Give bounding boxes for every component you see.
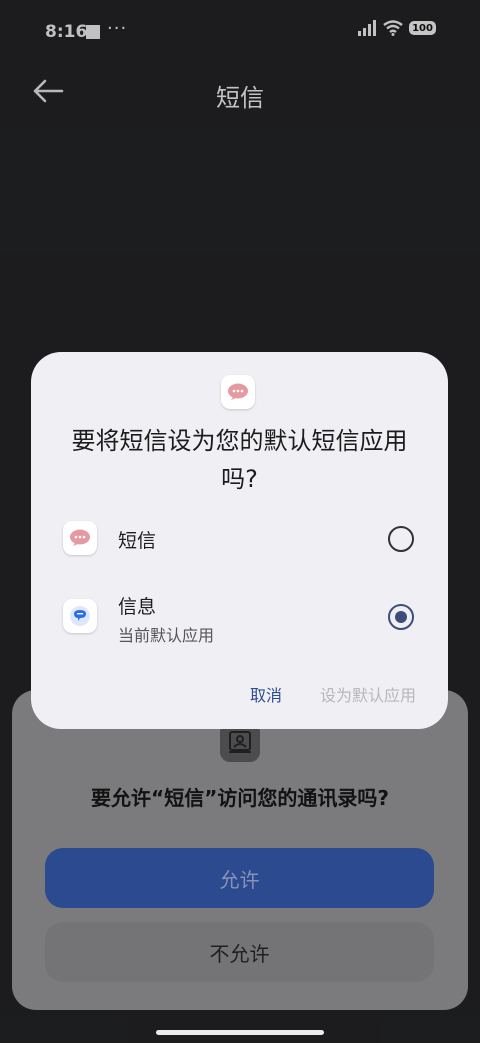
messages-icon <box>63 599 97 633</box>
nav-handle[interactable] <box>156 1030 324 1035</box>
deny-label: 不允许 <box>209 941 270 966</box>
cancel-button[interactable]: 取消 <box>250 682 282 706</box>
sms-bubble-icon <box>63 521 97 555</box>
radio-dot <box>395 611 407 623</box>
sms-option-glyph-icon <box>70 529 90 546</box>
allow-button[interactable]: 允许 <box>45 848 434 908</box>
contacts-glyph-icon <box>229 731 251 753</box>
sms-bubble-icon <box>221 375 255 409</box>
option-label: 信息 <box>118 596 157 618</box>
set-default-button[interactable]: 设为默认应用 <box>320 682 416 706</box>
radio-button[interactable] <box>388 526 414 552</box>
radio-button-selected[interactable] <box>388 604 414 630</box>
option-subtitle: 当前默认应用 <box>118 626 215 645</box>
deny-button[interactable]: 不允许 <box>45 922 434 982</box>
default-sms-dialog: 要将短信设为您的默认短信应用吗? 短信 信息 当前默认应用 取消 设为默认应用 <box>31 352 448 729</box>
permission-sheet: 要允许“短信”访问您的通讯录吗? 允许 不允许 <box>12 690 468 1010</box>
permission-title: 要允许“短信”访问您的通讯录吗? <box>91 786 389 810</box>
option-label: 短信 <box>118 530 157 552</box>
sms-bubble-glyph-icon <box>228 383 248 400</box>
option-sms[interactable]: 短信 <box>31 502 448 576</box>
dialog-title: 要将短信设为您的默认短信应用吗? <box>71 427 408 493</box>
option-messages[interactable]: 信息 当前默认应用 <box>31 580 448 654</box>
messages-glyph-icon <box>70 606 90 626</box>
allow-label: 允许 <box>219 867 260 892</box>
